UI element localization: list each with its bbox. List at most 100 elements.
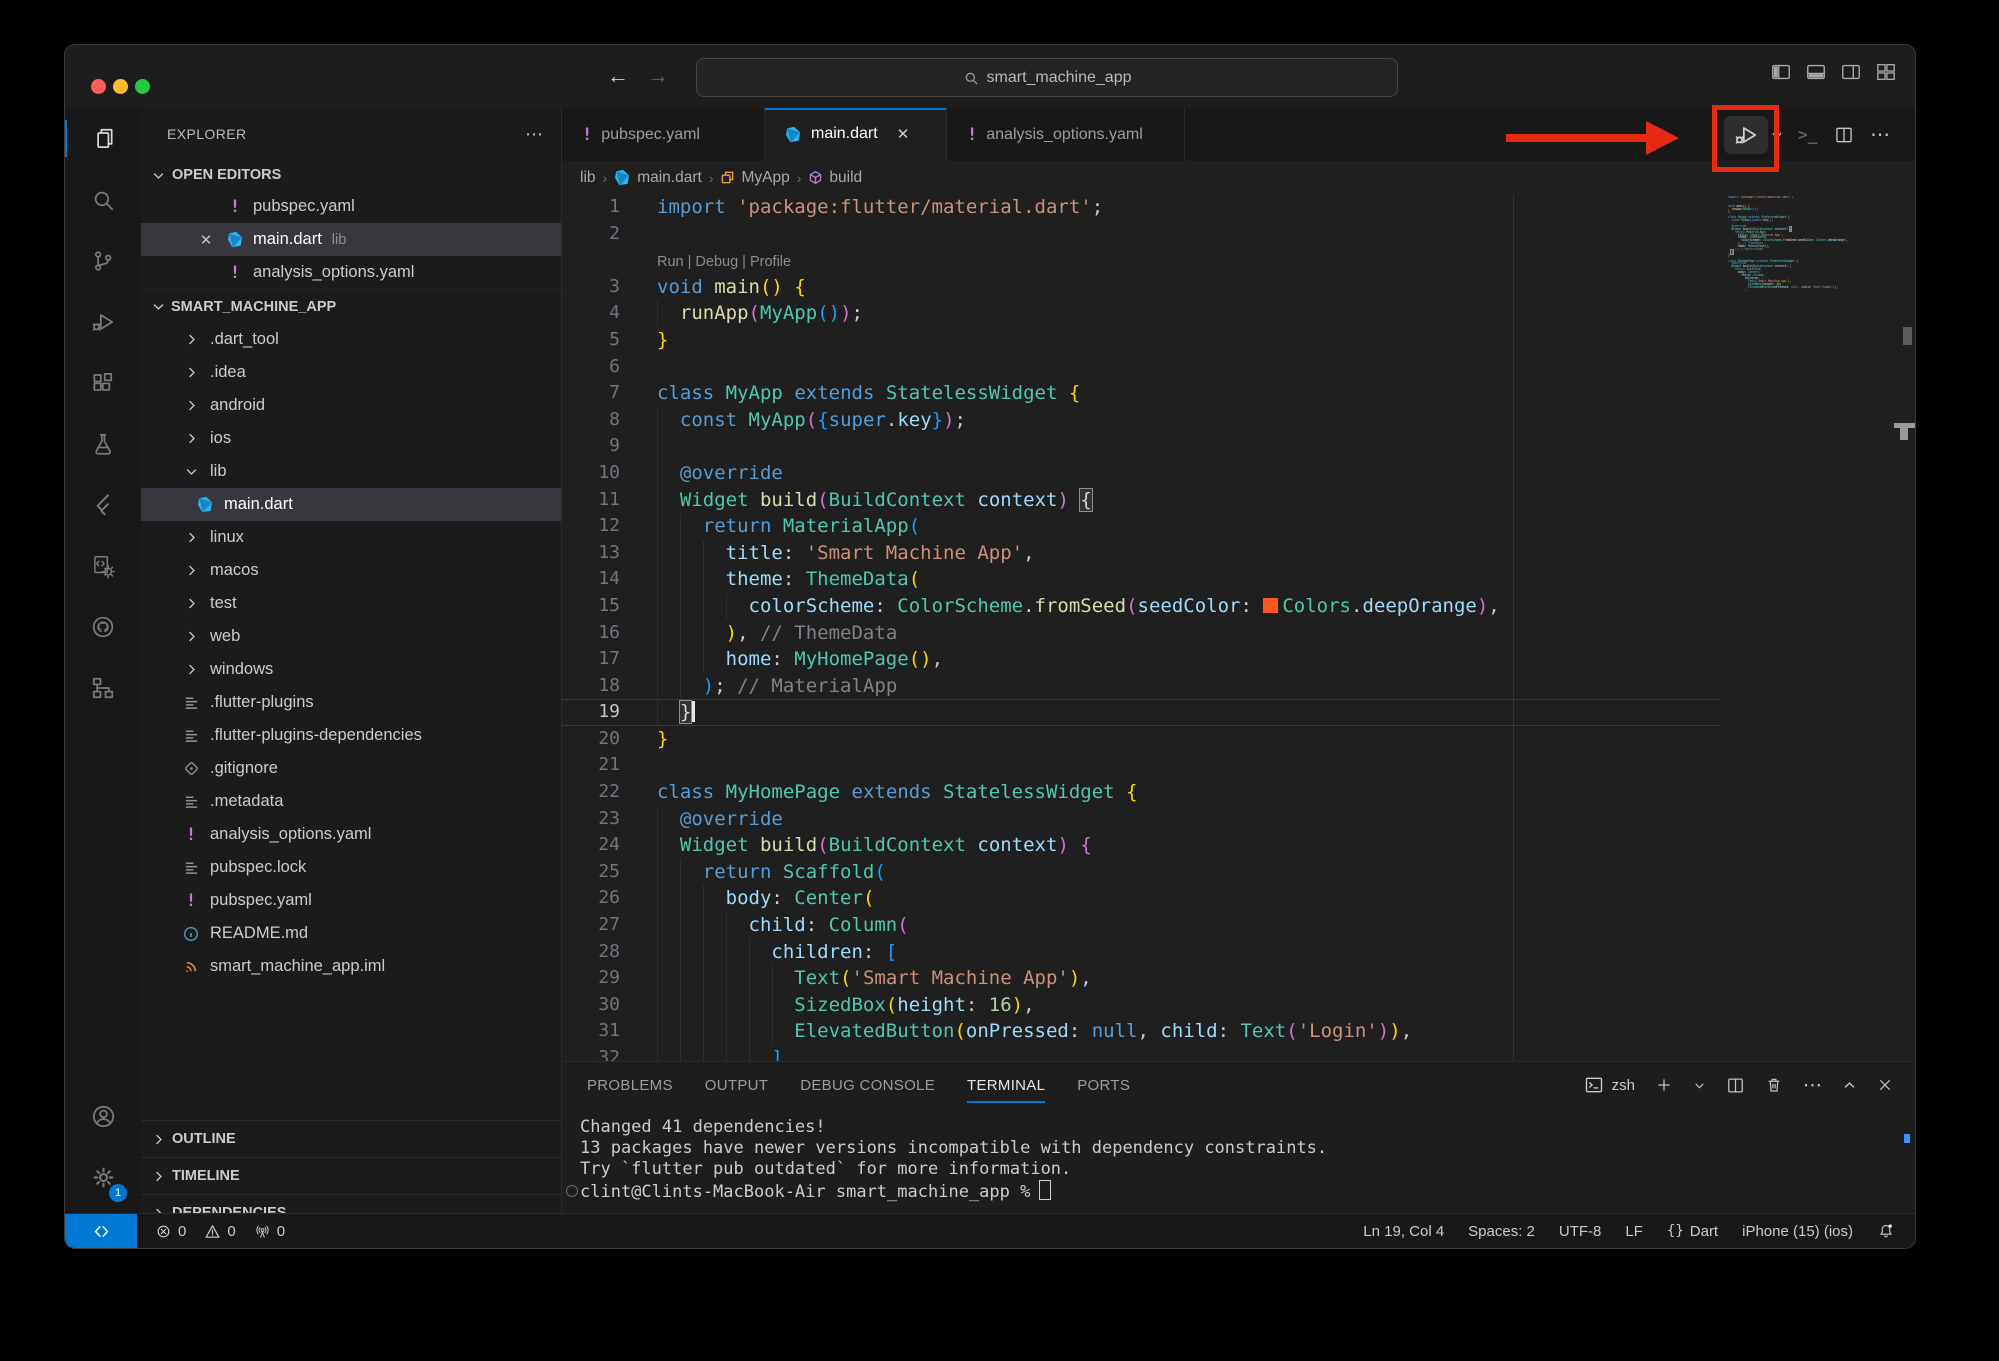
panel-tab-ports[interactable]: PORTS <box>1077 1062 1130 1108</box>
open-editor-item[interactable]: ✕main.dartlib <box>141 223 561 256</box>
sidebar-more-actions-icon[interactable]: ⋯ <box>525 124 543 145</box>
breadcrumb-item[interactable]: main.dart <box>614 169 702 187</box>
code-line[interactable]: 7class MyApp extends StatelessWidget { <box>562 380 1720 407</box>
activity-bar-search-icon[interactable] <box>65 169 141 230</box>
code-line[interactable]: 6 <box>562 354 1720 381</box>
code-line[interactable]: 32 ], <box>562 1045 1720 1062</box>
code-line[interactable]: 21 <box>562 752 1720 779</box>
minimap[interactable]: import 'package:flutter/material.dart';v… <box>1728 196 1893 291</box>
activity-bar-extensions-icon[interactable] <box>65 352 141 413</box>
customize-layout-icon[interactable] <box>1875 61 1897 83</box>
panel-tab-problems[interactable]: PROBLEMS <box>587 1062 673 1108</box>
file-tree-item[interactable]: main.dart <box>141 488 561 521</box>
breadcrumb-item[interactable]: MyApp <box>720 169 789 187</box>
status-error[interactable]: 0 <box>155 1223 186 1240</box>
file-tree-item[interactable]: .gitignore <box>141 752 561 785</box>
activity-bar-source-control-icon[interactable] <box>65 230 141 291</box>
file-tree-item[interactable]: macos <box>141 554 561 587</box>
split-editor-icon[interactable] <box>1834 108 1854 161</box>
code-line[interactable]: 15 colorScheme: ColorScheme.fromSeed(see… <box>562 593 1720 620</box>
status-item[interactable]: Ln 19, Col 4 <box>1363 1223 1444 1240</box>
panel-tab-debug-console[interactable]: DEBUG CONSOLE <box>800 1062 935 1108</box>
toggle-panel-icon[interactable] <box>1805 61 1827 83</box>
status-item[interactable]: iPhone (15) (ios) <box>1742 1223 1853 1240</box>
code-line[interactable]: 3void main() { <box>562 274 1720 301</box>
breadcrumb-item[interactable]: build <box>808 169 862 187</box>
file-tree-item[interactable]: ios <box>141 422 561 455</box>
file-tree-item[interactable]: windows <box>141 653 561 686</box>
file-tree-item[interactable]: .flutter-plugins <box>141 686 561 719</box>
close-tab-icon[interactable]: ✕ <box>897 125 910 143</box>
terminal-output[interactable]: Changed 41 dependencies!13 packages have… <box>562 1108 1915 1214</box>
activity-bar-references-icon[interactable] <box>65 657 141 718</box>
code-line[interactable]: 19 } <box>562 699 1720 726</box>
code-line[interactable]: 12 return MaterialApp( <box>562 513 1720 540</box>
command-center-search[interactable]: smart_machine_app <box>696 58 1398 97</box>
new-terminal-icon[interactable] <box>1655 1076 1673 1094</box>
status-item[interactable]: LF <box>1625 1223 1643 1240</box>
terminal-action-icon[interactable]: >_ <box>1798 108 1817 161</box>
file-tree-item[interactable]: pubspec.lock <box>141 851 561 884</box>
status-broadcast[interactable]: 0 <box>254 1223 285 1240</box>
terminal-prompt[interactable]: clint@Clints-MacBook-Air smart_machine_a… <box>580 1180 1915 1203</box>
open-editors-header[interactable]: OPEN EDITORS <box>141 160 561 190</box>
code-line[interactable]: 1import 'package:flutter/material.dart'; <box>562 194 1720 221</box>
code-line[interactable]: 28 children: [ <box>562 939 1720 966</box>
code-line[interactable]: 20} <box>562 726 1720 753</box>
activity-bar-accounts-icon[interactable] <box>65 1086 141 1147</box>
minimize-window-button[interactable] <box>113 79 128 94</box>
code-editor[interactable]: 1import 'package:flutter/material.dart';… <box>562 194 1915 1062</box>
file-tree-item[interactable]: .flutter-plugins-dependencies <box>141 719 561 752</box>
status-item[interactable]: UTF-8 <box>1559 1223 1602 1240</box>
navigate-back-icon[interactable]: ← <box>603 61 633 91</box>
activity-bar-run-and-debug-icon[interactable] <box>65 291 141 352</box>
file-tree-item[interactable]: .dart_tool <box>141 323 561 356</box>
close-editor-icon[interactable]: ✕ <box>189 231 223 249</box>
breadcrumb-item[interactable]: lib <box>580 169 596 187</box>
navigate-forward-icon[interactable]: → <box>643 61 673 91</box>
editor-more-actions-icon[interactable]: ⋯ <box>1870 108 1890 161</box>
code-line[interactable]: 14 theme: ThemeData( <box>562 566 1720 593</box>
sidebar-section-outline[interactable]: OUTLINE <box>141 1120 561 1157</box>
activity-bar-flutter-icon[interactable] <box>65 474 141 535</box>
code-line[interactable]: 23 @override <box>562 806 1720 833</box>
code-line[interactable]: 24 Widget build(BuildContext context) { <box>562 832 1720 859</box>
code-line[interactable]: 26 body: Center( <box>562 885 1720 912</box>
toggle-secondary-sidebar-icon[interactable] <box>1840 61 1862 83</box>
code-line[interactable]: 29 Text('Smart Machine App'), <box>562 965 1720 992</box>
tab-main.dart[interactable]: main.dart✕ <box>765 108 947 161</box>
sidebar-section-dependencies[interactable]: DEPENDENCIES <box>141 1194 561 1214</box>
terminal-dropdown-chevron-icon[interactable] <box>1693 1079 1706 1092</box>
panel-tab-terminal[interactable]: TERMINAL <box>967 1062 1045 1108</box>
file-tree-item[interactable]: linux <box>141 521 561 554</box>
activity-bar-testing-icon[interactable] <box>65 413 141 474</box>
status-warning[interactable]: 0 <box>204 1223 235 1240</box>
activity-bar-github-icon[interactable] <box>65 596 141 657</box>
activity-bar-settings-icon[interactable]: 1 <box>65 1147 141 1208</box>
file-tree-item[interactable]: smart_machine_app.iml <box>141 950 561 983</box>
file-tree-item[interactable]: web <box>141 620 561 653</box>
open-editor-item[interactable]: !pubspec.yaml <box>141 190 561 223</box>
code-line[interactable]: 5} <box>562 327 1720 354</box>
code-line[interactable]: 2 <box>562 221 1720 248</box>
status-item-braces[interactable]: {}Dart <box>1667 1223 1718 1240</box>
codelens[interactable]: Run | Debug | Profile <box>562 247 1720 274</box>
code-line[interactable]: 18 ); // MaterialApp <box>562 673 1720 700</box>
file-tree-item[interactable]: test <box>141 587 561 620</box>
activity-bar-project-runner-icon[interactable] <box>65 535 141 596</box>
status-item[interactable]: Spaces: 2 <box>1468 1223 1535 1240</box>
code-line[interactable]: 11 Widget build(BuildContext context) { <box>562 487 1720 514</box>
code-line[interactable]: 31 ElevatedButton(onPressed: null, child… <box>562 1018 1720 1045</box>
file-tree-item[interactable]: .idea <box>141 356 561 389</box>
code-line[interactable]: 25 return Scaffold( <box>562 859 1720 886</box>
file-tree-item[interactable]: .metadata <box>141 785 561 818</box>
code-line[interactable]: 22class MyHomePage extends StatelessWidg… <box>562 779 1720 806</box>
code-line[interactable]: 8 const MyApp({super.key}); <box>562 407 1720 434</box>
code-line[interactable]: 17 home: MyHomePage(), <box>562 646 1720 673</box>
status-item-bell[interactable] <box>1877 1222 1895 1240</box>
file-tree-item[interactable]: android <box>141 389 561 422</box>
panel-tab-output[interactable]: OUTPUT <box>705 1062 768 1108</box>
file-tree-item[interactable]: README.md <box>141 917 561 950</box>
activity-bar-explorer-icon[interactable] <box>65 108 141 169</box>
sidebar-section-timeline[interactable]: TIMELINE <box>141 1157 561 1194</box>
